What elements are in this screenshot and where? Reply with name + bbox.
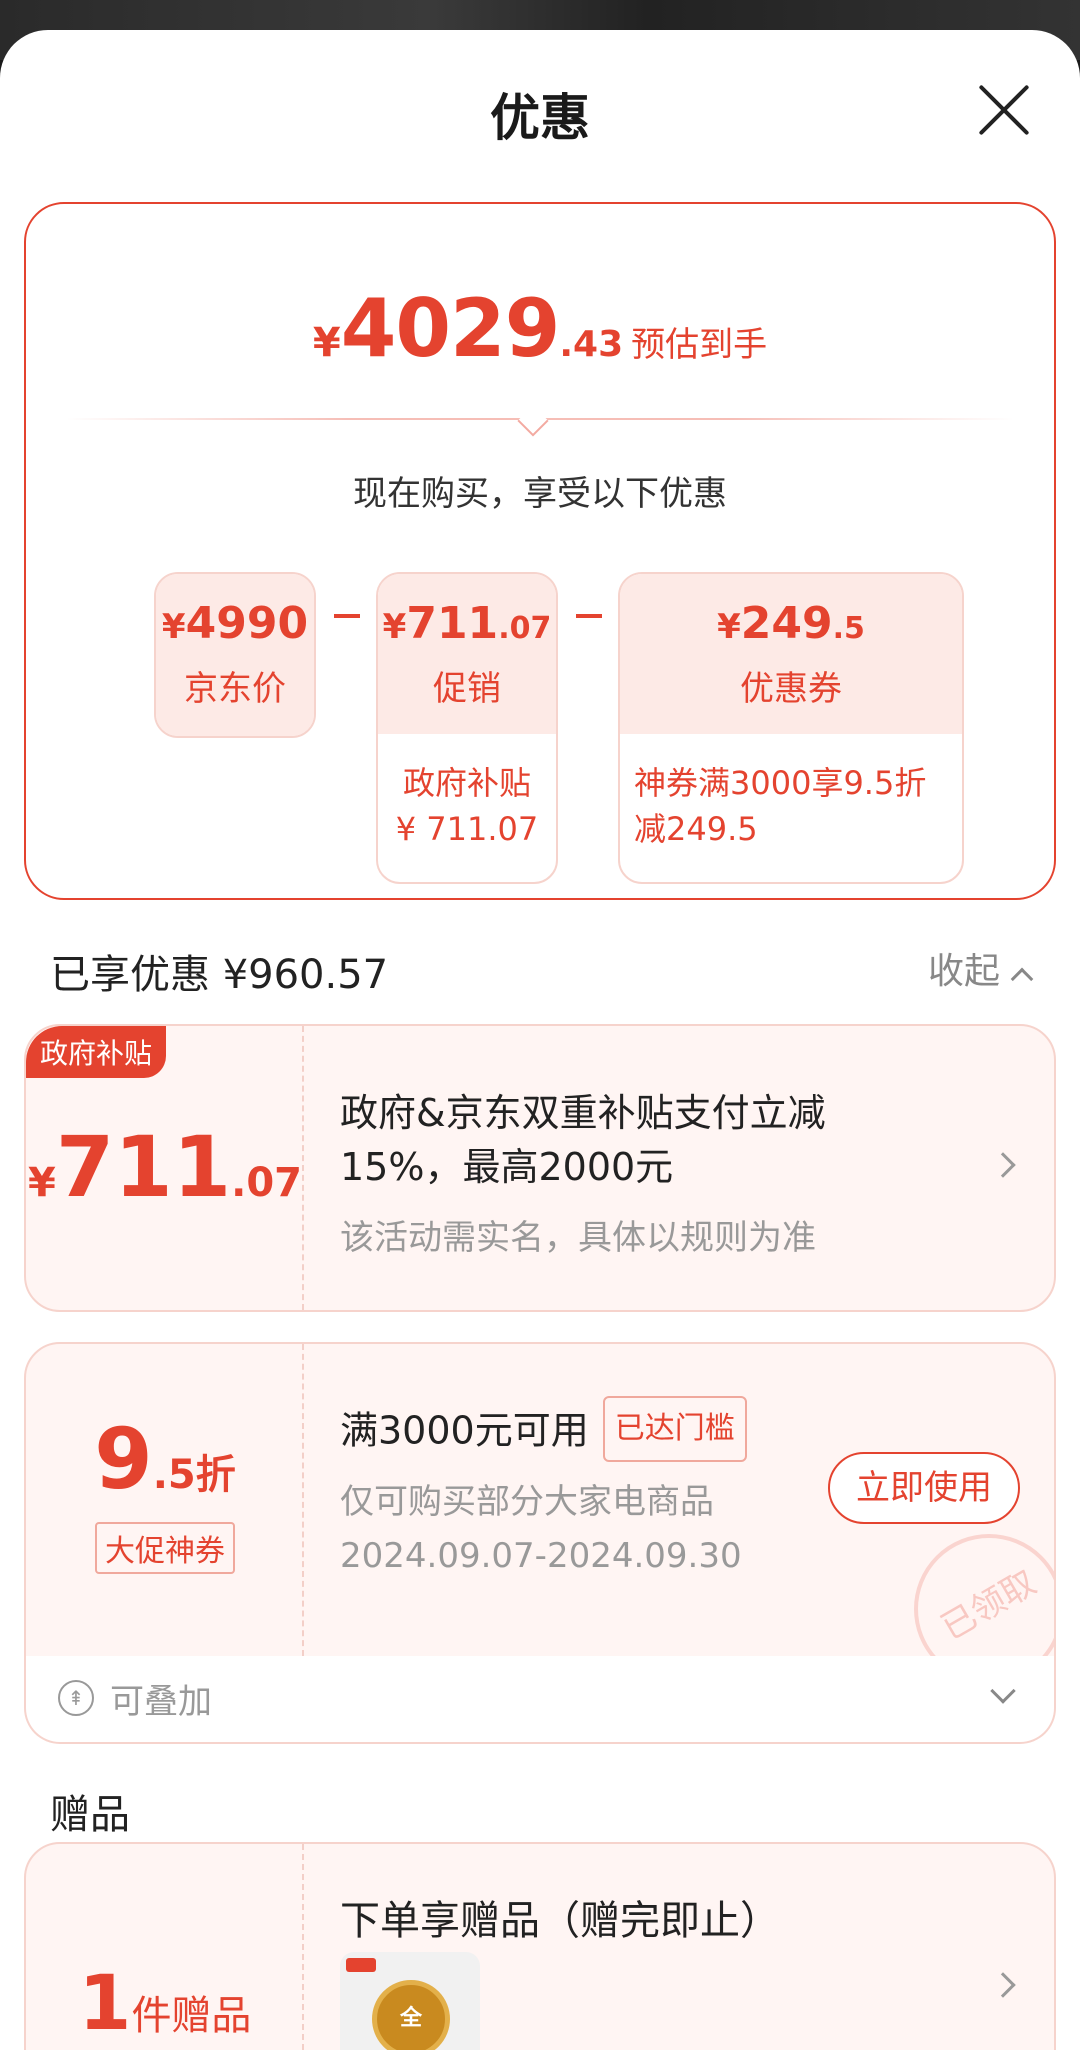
chevron-right-icon [990, 1972, 1016, 1998]
gift-count: 1件赠品 [78, 1958, 252, 2047]
divider-notch [517, 405, 549, 437]
threshold-reached-tag: 已达门槛 [602, 1396, 747, 1462]
estimated-label: 预估到手 [631, 325, 768, 365]
discount-sheet: 优惠 ¥4029.43 预估到手 现在购买，享受以下优惠 ¥4990 京东价 ¥7… [0, 30, 1080, 2050]
promo-tag: 大促神券 [95, 1522, 235, 1574]
discount-value: 9.5折 [94, 1410, 236, 1508]
estimated-price: ¥4029.43 预估到手 [312, 282, 768, 375]
sheet-title: 优惠 [490, 89, 590, 147]
promotion-box: ¥711.07 促销 政府补贴 ¥ 711.07 [376, 572, 558, 884]
claimed-stamp: 已领取 [914, 1534, 1054, 1656]
chevron-down-icon [990, 1678, 1016, 1704]
promotion-detail: 政府补贴 ¥ 711.07 [395, 764, 539, 848]
coupon-detail: 神券满3000享9.5折减249.5 [634, 764, 927, 848]
minus-sign [334, 614, 360, 618]
gifts-heading: 赠品 [50, 1792, 130, 1838]
applied-discount-total: 已享优惠 ¥960.57 [50, 952, 389, 998]
subsidy-title: 政府&京东双重补贴支付立减15%，最高2000元 [340, 1091, 826, 1189]
gift-thumbnail: 全 [340, 1952, 480, 2050]
use-now-button[interactable]: 立即使用 [828, 1452, 1020, 1524]
subsidy-amount: ¥711.07 [27, 1118, 303, 1216]
collapse-button[interactable]: 收起 [928, 942, 1034, 994]
minus-sign [576, 614, 602, 618]
coupon-validity: 2024.09.07-2024.09.30 [340, 1536, 742, 1576]
coupon-box: ¥249.5 优惠券 神券满3000享9.5折减249.5 [618, 572, 964, 884]
brand-logo [346, 1958, 376, 1972]
gift-title: 下单享赠品（赠完即止） [340, 1898, 780, 1944]
stackable-label: 可叠加 [110, 1682, 212, 1722]
jd-price-box: ¥4990 京东价 [154, 572, 316, 738]
chevron-right-icon [990, 1152, 1016, 1178]
warranty-seal-icon: 全 [372, 1980, 450, 2050]
discount-coupon-card: 9.5折 大促神券 满3000元可用 已达门槛 仅可购买部分大家电商品 2024.… [24, 1342, 1056, 1658]
subsidy-tag: 政府补贴 [26, 1026, 167, 1078]
gift-card[interactable]: 1件赠品 下单享赠品（赠完即止） 全 [24, 1842, 1056, 2050]
chevron-up-icon [1010, 967, 1034, 991]
coupon-title: 满3000元可用 已达门槛 [340, 1396, 747, 1466]
buy-now-text: 现在购买，享受以下优惠 [353, 474, 727, 514]
price-summary-card: ¥4029.43 预估到手 现在购买，享受以下优惠 ¥4990 京东价 ¥711.… [24, 202, 1056, 900]
subsidy-note: 该活动需实名，具体以规则为准 [340, 1218, 816, 1258]
close-icon[interactable] [976, 82, 1032, 138]
subsidy-card[interactable]: 政府补贴 ¥711.07 政府&京东双重补贴支付立减15%，最高2000元 该活… [24, 1024, 1056, 1312]
stackable-row[interactable]: ⇞ 可叠加 [24, 1656, 1056, 1744]
stack-icon: ⇞ [58, 1680, 94, 1716]
coupon-scope: 仅可购买部分大家电商品 [340, 1482, 714, 1522]
